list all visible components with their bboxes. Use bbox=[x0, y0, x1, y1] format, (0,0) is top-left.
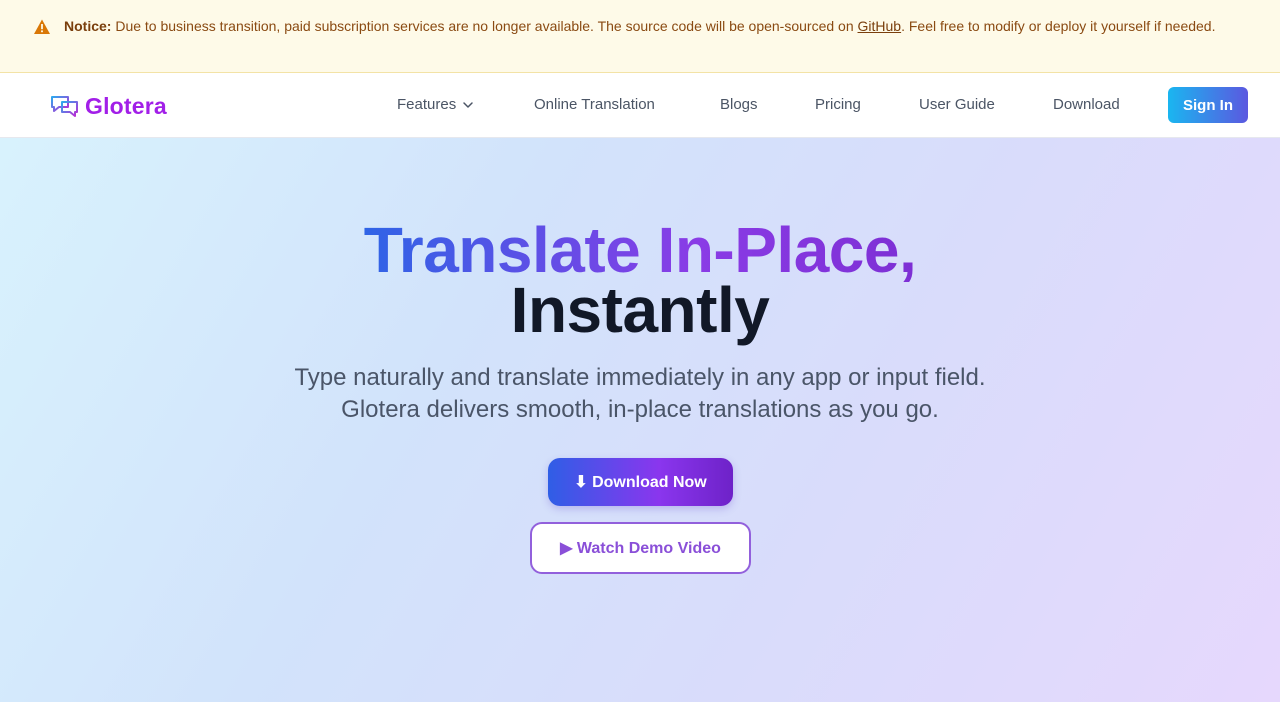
hero-section: Translate In-Place, Instantly Type natur… bbox=[0, 138, 1280, 702]
nav-online-translation[interactable]: Online Translation bbox=[534, 95, 655, 115]
notice-text-before: Due to business transition, paid subscri… bbox=[111, 18, 858, 34]
chevron-down-icon bbox=[463, 102, 473, 108]
hero-title-line2: Instantly bbox=[510, 274, 770, 346]
notice-label: Notice: bbox=[64, 18, 112, 34]
warning-icon bbox=[34, 19, 50, 34]
hero-subtitle-line2: Glotera delivers smooth, in-place transl… bbox=[341, 396, 939, 423]
chat-bubbles-icon bbox=[51, 96, 78, 117]
nav-features[interactable]: Features bbox=[397, 95, 474, 115]
notice-text-after: . Feel free to modify or deploy it yours… bbox=[901, 18, 1216, 34]
download-now-button[interactable]: ⬇ Download Now bbox=[548, 458, 733, 506]
hero-subtitle-line1: Type naturally and translate immediately… bbox=[294, 364, 986, 391]
logo[interactable]: Glotera bbox=[50, 92, 167, 120]
hero-title-line1: Translate In-Place, bbox=[0, 218, 1280, 282]
logo-text: Glotera bbox=[85, 92, 167, 119]
hero-subtitle: Type naturally and translate immediately… bbox=[0, 362, 1280, 426]
download-now-label: ⬇ Download Now bbox=[574, 474, 707, 491]
sign-in-button[interactable]: Sign In bbox=[1168, 87, 1248, 123]
notice-banner: Notice: Due to business transition, paid… bbox=[0, 0, 1280, 73]
nav-pricing[interactable]: Pricing bbox=[815, 95, 861, 115]
watch-demo-button[interactable]: ▶ Watch Demo Video bbox=[530, 522, 751, 574]
site-header: Glotera Features Online Translation Blog… bbox=[0, 73, 1280, 138]
nav-user-guide[interactable]: User Guide bbox=[919, 95, 995, 115]
nav-blogs[interactable]: Blogs bbox=[720, 95, 758, 115]
nav-features-label: Features bbox=[397, 96, 457, 113]
page-bottom-strip bbox=[0, 702, 1280, 720]
notice-message: Notice: Due to business transition, paid… bbox=[64, 16, 1254, 36]
nav-download[interactable]: Download bbox=[1053, 95, 1120, 115]
github-link[interactable]: GitHub bbox=[858, 18, 902, 34]
watch-demo-label: ▶ Watch Demo Video bbox=[560, 540, 721, 557]
